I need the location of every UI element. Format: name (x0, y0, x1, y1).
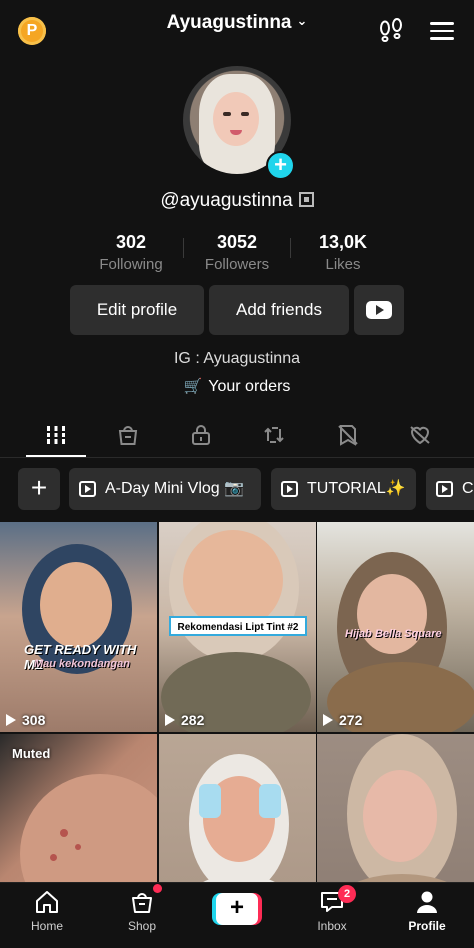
tabs-divider (0, 457, 474, 458)
tab-shop-icon[interactable] (116, 423, 140, 447)
video-caption: Hijab Bella Square (345, 628, 442, 640)
add-story-button[interactable]: + (266, 151, 295, 180)
tab-liked-hidden-icon[interactable] (408, 423, 432, 447)
qr-code-icon[interactable] (298, 192, 314, 207)
playlist-chip[interactable]: TUTORIAL✨ (271, 468, 416, 510)
playlist-chip[interactable]: A-Day Mini Vlog 📷 (69, 468, 261, 510)
playlist-icon (281, 481, 298, 497)
tab-private-lock-icon[interactable] (189, 423, 213, 447)
stat-value: 302 (115, 232, 147, 252)
add-friends-button[interactable]: Add friends (209, 285, 349, 335)
nav-label: Inbox (317, 919, 347, 933)
view-count: 272 (323, 712, 362, 728)
nav-profile[interactable]: Profile (392, 889, 462, 933)
tab-favorites-hidden-icon[interactable] (336, 423, 360, 447)
plus-icon: + (216, 893, 258, 925)
stat-label: Followers (204, 256, 270, 273)
video-grid: GET READY WITH ME Mau kekondangan 308 Re… (0, 522, 474, 944)
nav-shop[interactable]: Shop (107, 889, 177, 933)
footprints-icon[interactable] (378, 18, 404, 44)
profile-stats: 302 Following 3052 Followers 13,0K Likes (78, 232, 396, 274)
muted-label: Muted (12, 746, 51, 761)
menu-icon[interactable] (430, 22, 454, 40)
nav-label: Shop (127, 919, 157, 933)
profile-tabs (0, 415, 474, 457)
profile-handle: @ayuagustinna (160, 190, 293, 211)
playlist-label: C (462, 480, 474, 497)
playlist-icon (79, 481, 96, 497)
orders-label: Your orders (208, 378, 291, 395)
video-subcaption: Mau kekondangan (34, 658, 130, 670)
nav-label: Home (30, 919, 63, 933)
view-count: 282 (165, 712, 204, 728)
stat-label: Following (99, 256, 163, 273)
stat-divider (183, 238, 184, 258)
stat-likes[interactable]: 13,0K Likes (290, 232, 396, 274)
profile-handle-row: @ayuagustinna (0, 190, 474, 212)
playlists-row: + A-Day Mini Vlog 📷 TUTORIAL✨ C (0, 468, 474, 510)
view-count: 308 (6, 712, 45, 728)
inbox-badge: 2 (338, 885, 356, 903)
active-tab-indicator (26, 455, 86, 457)
stat-value: 13,0K (318, 232, 368, 252)
playlist-icon (436, 481, 453, 497)
nav-inbox[interactable]: Inbox (297, 889, 367, 933)
create-button[interactable]: + (212, 893, 262, 925)
account-username: Ayuagustinna (166, 12, 292, 33)
stat-divider (290, 238, 291, 258)
playlist-chip[interactable]: C (426, 468, 474, 510)
home-icon (36, 891, 58, 913)
playlist-label: A-Day Mini Vlog 📷 (105, 480, 245, 497)
video-thumbnail[interactable]: Rekomendasi Lipt Tint #2 282 (159, 522, 316, 732)
playlist-label: TUTORIAL✨ (307, 480, 406, 497)
video-caption: Rekomendasi Lipt Tint #2 (169, 616, 307, 636)
stat-followers[interactable]: 3052 Followers (184, 232, 290, 274)
play-icon (165, 714, 175, 726)
stat-label: Likes (325, 256, 361, 273)
view-count-value: 272 (339, 712, 363, 728)
view-count-value: 308 (22, 712, 46, 728)
your-orders-link[interactable]: 🛒 Your orders (0, 377, 474, 396)
stat-value: 3052 (216, 232, 258, 252)
chevron-down-icon: ⌄ (296, 13, 308, 28)
profile-icon (417, 891, 437, 913)
nav-home[interactable]: Home (12, 889, 82, 933)
shop-bag-icon (132, 893, 152, 913)
video-thumbnail[interactable]: Hijab Bella Square 272 (317, 522, 474, 732)
tab-repost-icon[interactable] (262, 423, 286, 447)
cart-icon: 🛒 (183, 378, 203, 395)
youtube-icon[interactable] (354, 285, 404, 335)
edit-profile-button[interactable]: Edit profile (70, 285, 204, 335)
bio-text: IG : Ayuagustinna (173, 350, 300, 367)
tab-videos-grid-icon[interactable] (44, 423, 68, 447)
shop-notification-dot (153, 884, 162, 893)
play-icon (323, 714, 333, 726)
top-bar: P Ayuagustinna ⌄ (0, 0, 474, 56)
stat-following[interactable]: 302 Following (78, 232, 184, 274)
play-icon (6, 714, 16, 726)
nav-label: Profile (408, 919, 446, 933)
bottom-navigation: Home Shop + Inbox Profile (0, 882, 474, 948)
video-thumbnail[interactable]: GET READY WITH ME Mau kekondangan 308 (0, 522, 157, 732)
view-count-value: 282 (181, 712, 205, 728)
add-playlist-button[interactable]: + (18, 468, 60, 510)
